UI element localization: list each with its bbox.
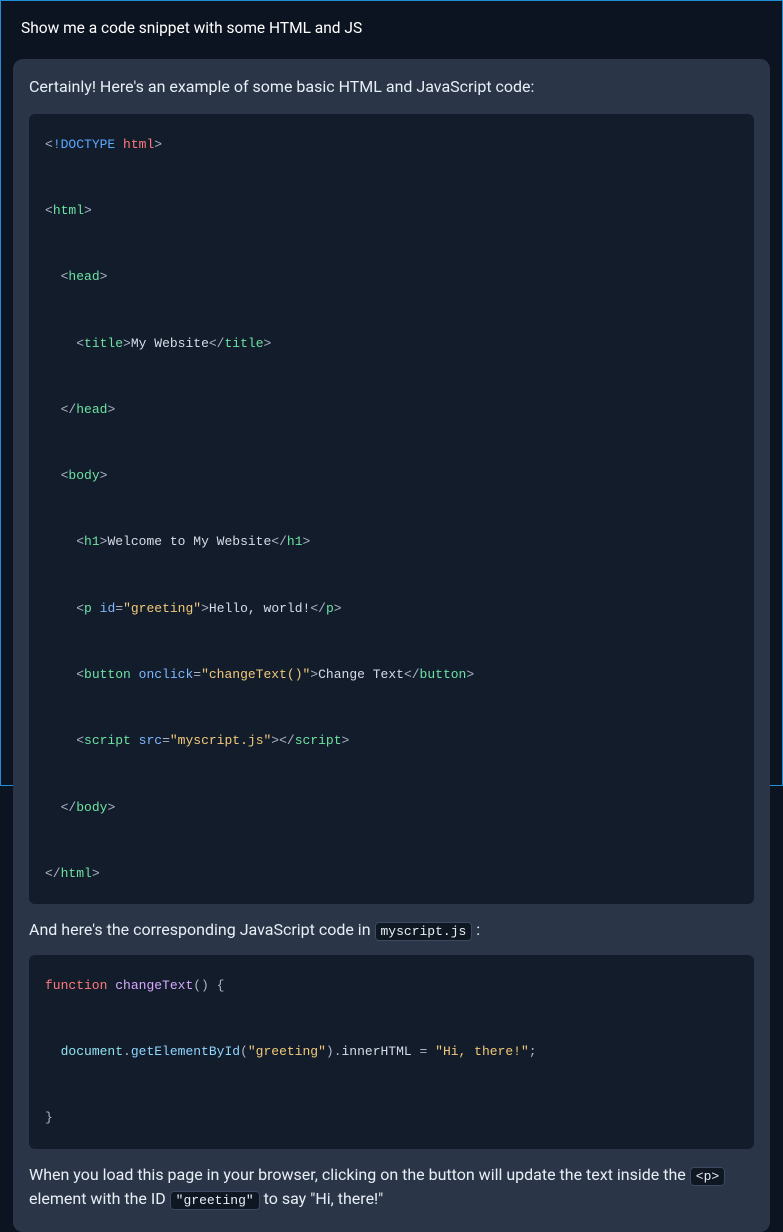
inline-code-p-tag: <p> xyxy=(690,1167,725,1186)
response-intro: Certainly! Here's an example of some bas… xyxy=(29,75,754,100)
code-block-js[interactable]: function changeText() { document.getElem… xyxy=(29,955,754,1149)
user-prompt: Show me a code snippet with some HTML an… xyxy=(13,19,770,37)
inline-code-filename: myscript.js xyxy=(375,922,473,941)
inline-code-greeting-id: "greeting" xyxy=(170,1191,260,1210)
response-mid: And here's the corresponding JavaScript … xyxy=(29,918,754,943)
response-outro: When you load this page in your browser,… xyxy=(29,1163,754,1213)
code-block-html[interactable]: <!DOCTYPE html> <html> <head> <title>My … xyxy=(29,114,754,904)
assistant-response-card: Certainly! Here's an example of some bas… xyxy=(13,59,770,1232)
